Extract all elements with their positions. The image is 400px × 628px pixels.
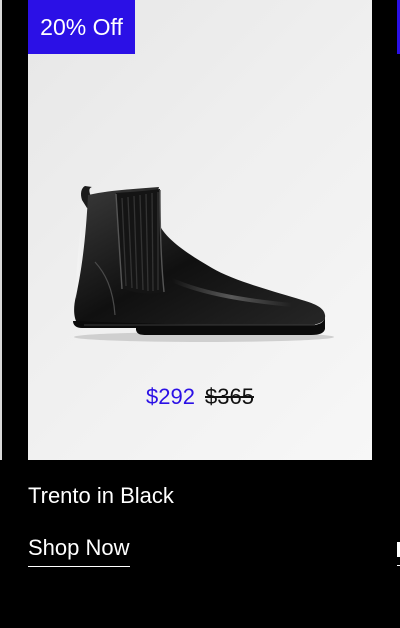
- shop-now-link[interactable]: Shop Now: [28, 532, 130, 567]
- price-group: $292 $365: [28, 378, 372, 416]
- product-name[interactable]: Trento in Black: [28, 480, 174, 512]
- product-carousel: 20% Off $292 $365 Trento in Black Shop No…: [0, 0, 400, 628]
- sale-price: $292: [146, 384, 195, 409]
- original-price: $365: [205, 384, 254, 409]
- discount-badge: 20% Off: [28, 0, 135, 54]
- previous-card-peek[interactable]: [0, 0, 2, 460]
- chelsea-boot-image: [73, 186, 334, 342]
